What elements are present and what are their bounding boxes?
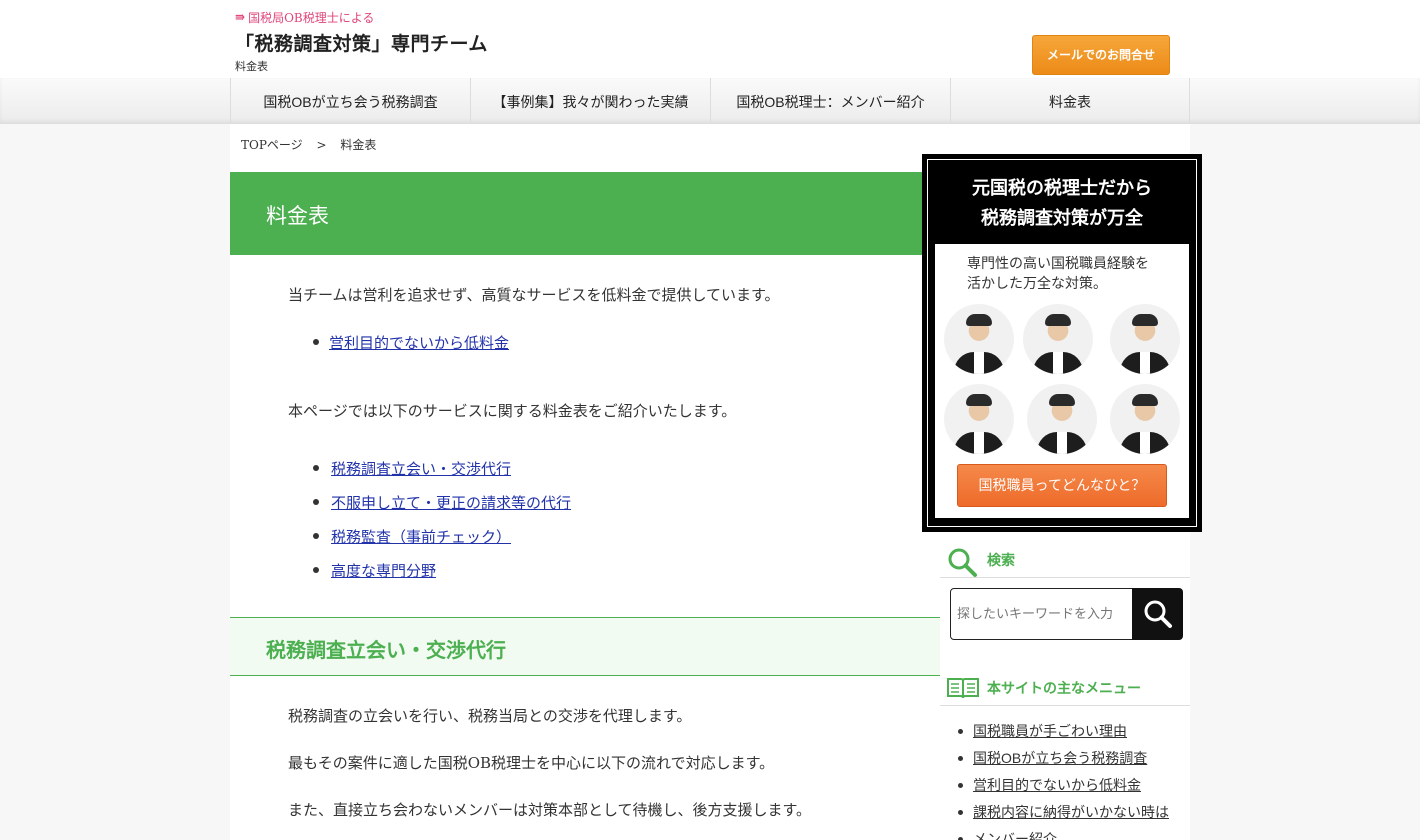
nav-item-pricing[interactable]: 料金表 (950, 78, 1190, 124)
site-title[interactable]: 「税務調査対策」専門チーム (235, 29, 488, 56)
member-photo (944, 384, 1014, 454)
menu-item-tax-audit[interactable]: 国税OBが立ち会う税務調査 (958, 747, 1169, 774)
site-subtitle: 料金表 (235, 60, 268, 73)
brand[interactable]: ⇛ 国税局OB税理士による 「税務調査対策」専門チーム 料金表 (235, 8, 488, 74)
menu-item-tough-officials[interactable]: 国税職員が手ごわい理由 (958, 720, 1169, 747)
menu-heading: 本サイトの主なメニュー (987, 680, 1141, 696)
arrows-icon: ⇛ (235, 10, 246, 24)
service-link-appeal[interactable]: 不服申し立て・更正の請求等の代行 (331, 492, 571, 513)
member-photo (1110, 384, 1180, 454)
service-link-audit-attendance[interactable]: 税務調査立会い・交渉代行 (331, 458, 511, 479)
bullet (313, 533, 319, 539)
menu-widget-heading: 本サイトの主なメニュー (940, 666, 1190, 706)
nav-item-members[interactable]: 国税OB税理士：メンバー紹介 (710, 78, 950, 124)
search-input[interactable] (951, 589, 1132, 639)
menu-item-disputes[interactable]: 課税内容に納得がいかない時は (958, 801, 1169, 828)
search-box (950, 588, 1133, 640)
banner-title: 元国税の税理士だから 税務調査対策が万全 (924, 174, 1200, 234)
bullet (313, 567, 319, 573)
nav-item-case-studies[interactable]: 【事例集】我々が関わった実績 (470, 78, 710, 124)
team-banner[interactable]: 元国税の税理士だから 税務調査対策が万全 専門性の高い国税職員経験を 活かした万… (922, 154, 1202, 532)
member-photo (1027, 384, 1097, 454)
banner-body: 専門性の高い国税職員経験を 活かした万全な対策。 国税職員ってどんなひと？ (935, 244, 1189, 518)
section-paragraph: 最もその案件に適した国税OB税理士を中心に以下の流れで対応します。 (288, 754, 775, 772)
global-nav: 国税OBが立ち会う税務調査 【事例集】我々が関わった実績 国税OB税理士：メンバ… (0, 78, 1420, 124)
banner-title-line2: 税務調査対策が万全 (981, 208, 1143, 229)
search-icon (1144, 600, 1172, 628)
site-menu-list: 国税職員が手ごわい理由 国税OBが立ち会う税務調査 営利目的でないから低料金 課… (958, 720, 1169, 840)
banner-description: 専門性の高い国税職員経験を 活かした万全な対策。 (967, 254, 1149, 294)
service-link-tax-check[interactable]: 税務監査（事前チェック） (331, 526, 511, 547)
member-photo (944, 304, 1014, 374)
breadcrumb: TOPページ > 料金表 (241, 136, 386, 153)
search-button[interactable] (1132, 588, 1183, 640)
bullet (313, 339, 319, 345)
banner-desc-line2: 活かした万全な対策。 (967, 276, 1107, 292)
tagline: ⇛ 国税局OB税理士による (235, 8, 488, 26)
section-title: 税務調査立会い・交渉代行 (266, 638, 506, 662)
section-paragraph: また、直接立ち会わないメンバーは対策本部として待機し、後方支援します。 (288, 801, 812, 819)
search-heading: 検索 (987, 552, 1015, 568)
search-widget-heading: 検索 (940, 538, 1190, 578)
banner-desc-line1: 専門性の高い国税職員経験を (967, 256, 1149, 272)
intro-text: 当チームは営利を追求せず、高質なサービスを低料金で提供しています。 (288, 286, 780, 304)
breadcrumb-home[interactable]: TOPページ (241, 138, 303, 152)
tagline-text: 国税局OB税理士による (248, 10, 375, 25)
page-title: 料金表 (266, 204, 329, 228)
breadcrumb-separator: > (316, 138, 327, 152)
bullet (313, 465, 319, 471)
service-link-specialist[interactable]: 高度な専門分野 (331, 560, 436, 581)
services-intro-text: 本ページでは以下のサービスに関する料金表をご紹介いたします。 (288, 402, 737, 420)
breadcrumb-current: 料金表 (340, 138, 377, 152)
menu-item-low-cost[interactable]: 営利目的でないから低料金 (958, 774, 1169, 801)
who-are-tax-officials-button[interactable]: 国税職員ってどんなひと？ (957, 464, 1167, 507)
email-contact-button[interactable]: メールでのお問合せ (1032, 35, 1170, 75)
section-paragraph: 税務調査の立会いを行い、税務当局との交渉を代理します。 (288, 707, 692, 725)
search-icon (948, 548, 977, 577)
book-icon (947, 678, 979, 699)
site-header: ⇛ 国税局OB税理士による 「税務調査対策」専門チーム 料金表 メールでのお問合… (0, 0, 1420, 78)
bullet (313, 499, 319, 505)
section-heading: 税務調査立会い・交渉代行 (230, 617, 940, 676)
member-photo (1023, 304, 1093, 374)
member-photo (1110, 304, 1180, 374)
low-cost-link[interactable]: 営利目的でないから低料金 (329, 332, 509, 353)
banner-title-line1: 元国税の税理士だから (972, 178, 1152, 199)
page-title-bar: 料金表 (230, 172, 940, 255)
nav-item-tax-audit[interactable]: 国税OBが立ち会う税務調査 (230, 78, 470, 124)
menu-item-members[interactable]: メンバー紹介 (958, 828, 1169, 840)
